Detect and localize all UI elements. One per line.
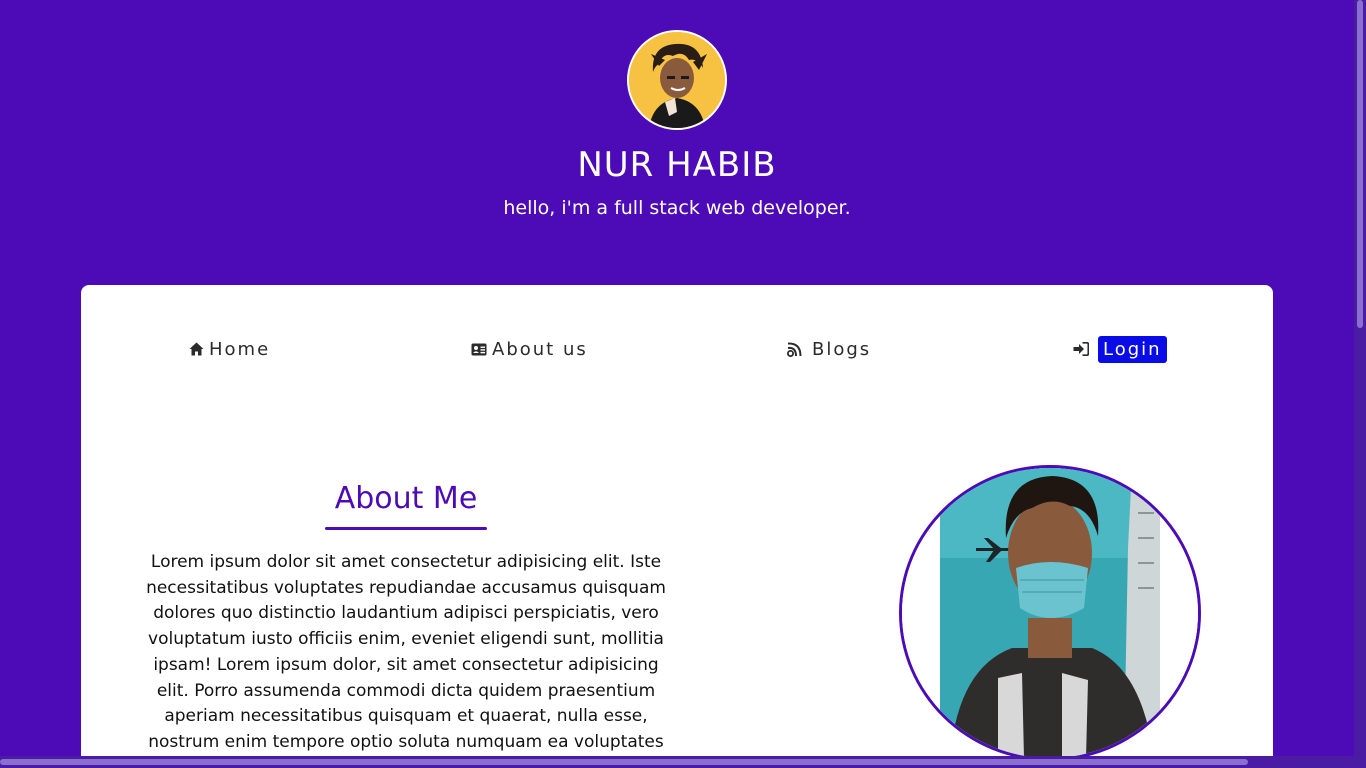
vertical-scrollbar[interactable]	[1354, 0, 1366, 768]
login-button[interactable]: Login	[1098, 335, 1167, 363]
site-tagline: hello, i'm a full stack web developer.	[503, 197, 851, 219]
horizontal-scrollbar-thumb[interactable]	[0, 759, 1248, 765]
avatar-illustration	[629, 32, 725, 128]
site-name: NUR HABIB	[577, 145, 777, 185]
nav-login[interactable]: Login	[1073, 333, 1167, 365]
scrollbar-corner	[1354, 756, 1366, 768]
sign-in-icon	[1073, 342, 1089, 356]
rss-icon	[787, 341, 802, 357]
nav-about-label: About us	[492, 338, 588, 360]
nav-blogs[interactable]: Blogs	[787, 333, 871, 365]
profile-photo	[899, 465, 1201, 761]
nav-home[interactable]: Home	[189, 333, 270, 365]
about-title-underline	[325, 527, 487, 530]
site-header: NUR HABIB hello, i'm a full stack web de…	[0, 0, 1354, 285]
nav-blogs-label: Blogs	[812, 338, 872, 360]
horizontal-scrollbar[interactable]	[0, 756, 1354, 768]
nav-about[interactable]: About us	[471, 333, 588, 365]
id-card-icon	[471, 343, 487, 355]
home-icon	[189, 342, 204, 356]
content-card: Home About us Blogs Login About Me Lorem…	[81, 285, 1273, 768]
about-title: About Me	[334, 481, 478, 516]
about-text: Lorem ipsum dolor sit amet consectetur a…	[146, 552, 666, 752]
vertical-scrollbar-thumb[interactable]	[1357, 0, 1363, 328]
nav-home-label: Home	[209, 338, 271, 360]
profile-photo-image	[902, 468, 1198, 758]
avatar	[627, 30, 727, 130]
